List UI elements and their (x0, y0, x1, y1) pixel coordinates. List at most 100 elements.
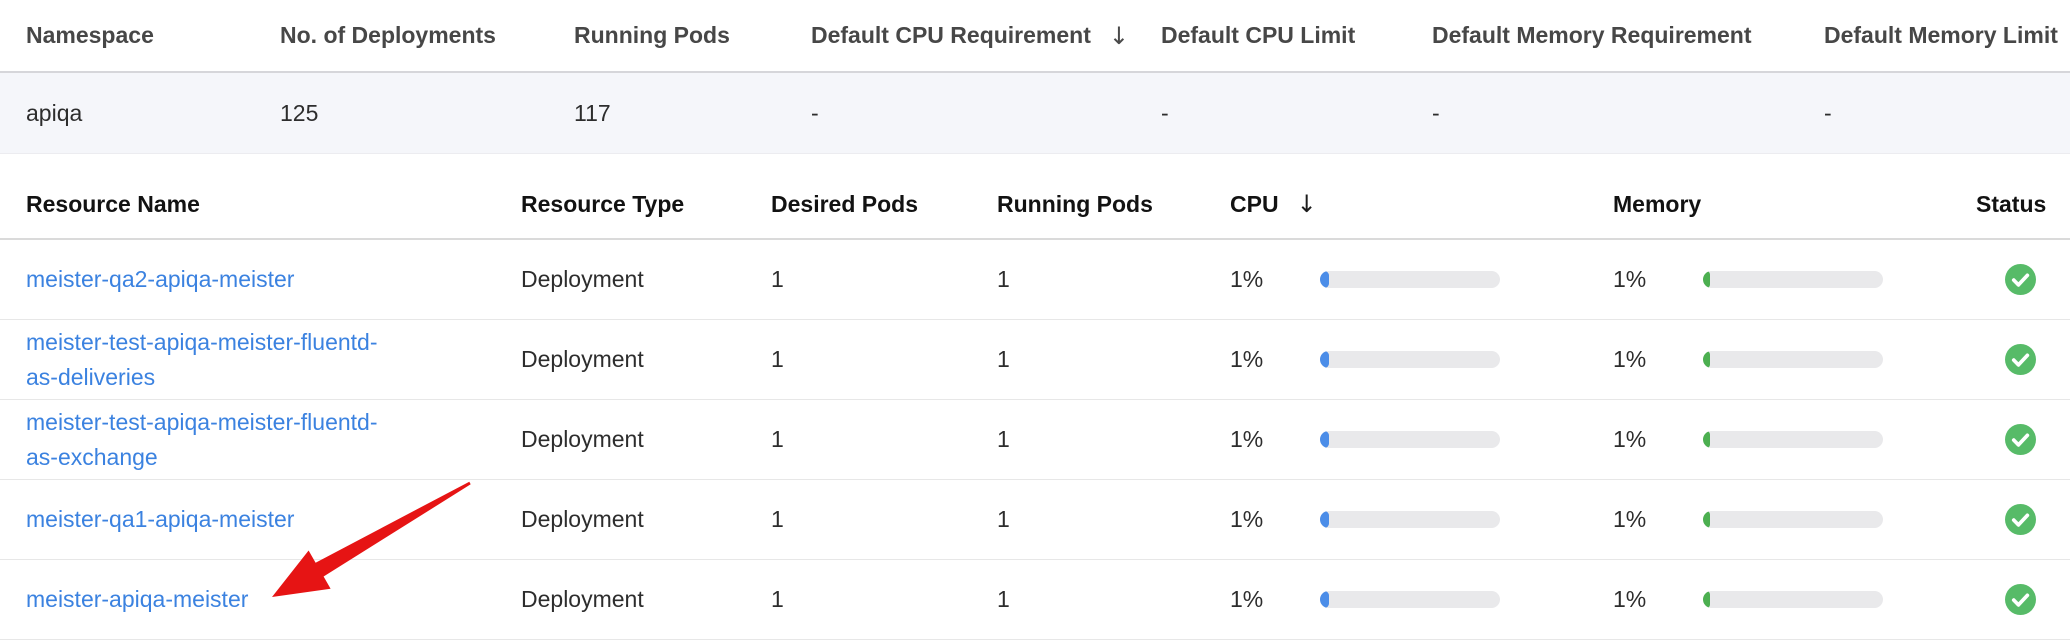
cpu-usage-cell: 1% (1230, 426, 1613, 453)
memory-usage-cell: 1% (1613, 586, 1976, 613)
status-cell (1976, 424, 2058, 455)
default-memory-requirement-cell: - (1432, 100, 1824, 127)
running-pods-cell: 1 (997, 346, 1230, 373)
status-cell (1976, 344, 2058, 375)
resource-link[interactable]: meister-qa1-apiqa-meister (26, 502, 294, 537)
desired-pods-cell: 1 (771, 506, 997, 533)
resource-link[interactable]: meister-test-apiqa-meister-fluentd-as-de… (26, 325, 402, 395)
status-cell (1976, 584, 2058, 615)
cpu-usage-bar-fill (1320, 351, 1329, 368)
cpu-usage-bar-fill (1320, 271, 1329, 288)
cpu-usage-cell: 1% (1230, 346, 1613, 373)
memory-percent-value: 1% (1613, 426, 1703, 453)
status-cell (1976, 264, 2058, 295)
status-cell (1976, 504, 2058, 535)
column-header-status[interactable]: Status (1976, 191, 2058, 218)
column-header-no-of-deployments[interactable]: No. of Deployments (280, 22, 574, 49)
memory-usage-cell: 1% (1613, 266, 1976, 293)
desired-pods-cell: 1 (771, 586, 997, 613)
memory-percent-value: 1% (1613, 506, 1703, 533)
column-header-resource-name[interactable]: Resource Name (26, 191, 521, 218)
memory-usage-bar-fill (1703, 271, 1710, 288)
cpu-usage-bar (1320, 591, 1500, 608)
memory-usage-bar-fill (1703, 591, 1710, 608)
memory-usage-bar (1703, 511, 1883, 528)
resource-row: meister-test-apiqa-meister-fluentd-as-de… (0, 320, 2070, 400)
namespace-name-cell: apiqa (26, 100, 280, 127)
column-header-running-pods[interactable]: Running Pods (997, 191, 1230, 218)
resource-row: meister-qa1-apiqa-meister Deployment 1 1… (0, 480, 2070, 560)
deployments-count-cell: 125 (280, 100, 574, 127)
column-header-desired-pods[interactable]: Desired Pods (771, 191, 997, 218)
cpu-percent-value: 1% (1230, 266, 1320, 293)
memory-usage-bar (1703, 271, 1883, 288)
column-header-default-cpu-requirement[interactable]: Default CPU Requirement ↓ (811, 22, 1161, 50)
resource-name-cell: meister-test-apiqa-meister-fluentd-as-ex… (26, 405, 521, 475)
resources-table-header-row: Resource Name Resource Type Desired Pods… (0, 170, 2070, 240)
column-header-running-pods[interactable]: Running Pods (574, 22, 811, 49)
resource-type-cell: Deployment (521, 266, 771, 293)
memory-usage-bar (1703, 591, 1883, 608)
status-healthy-icon (2005, 584, 2036, 615)
sort-descending-icon[interactable]: ↓ (1297, 190, 1317, 218)
resource-type-cell: Deployment (521, 346, 771, 373)
status-healthy-icon (2005, 264, 2036, 295)
namespace-table-header-row: Namespace No. of Deployments Running Pod… (0, 0, 2070, 73)
resource-row: meister-qa2-apiqa-meister Deployment 1 1… (0, 240, 2070, 320)
status-healthy-icon (2005, 504, 2036, 535)
cpu-percent-value: 1% (1230, 506, 1320, 533)
desired-pods-cell: 1 (771, 266, 997, 293)
sort-descending-icon[interactable]: ↓ (1109, 22, 1129, 50)
running-pods-cell: 1 (997, 266, 1230, 293)
column-header-default-memory-limit[interactable]: Default Memory Limit (1824, 22, 2058, 49)
namespace-row-apiqa[interactable]: apiqa 125 117 - - - - (0, 73, 2070, 154)
cpu-percent-value: 1% (1230, 586, 1320, 613)
column-header-default-memory-requirement[interactable]: Default Memory Requirement (1432, 22, 1824, 49)
memory-usage-bar (1703, 351, 1883, 368)
memory-usage-bar-fill (1703, 511, 1710, 528)
cpu-percent-value: 1% (1230, 346, 1320, 373)
column-header-memory[interactable]: Memory (1613, 191, 1976, 218)
desired-pods-cell: 1 (771, 426, 997, 453)
column-header-namespace[interactable]: Namespace (26, 22, 280, 49)
cpu-percent-value: 1% (1230, 426, 1320, 453)
memory-usage-bar-fill (1703, 351, 1710, 368)
default-cpu-limit-cell: - (1161, 100, 1432, 127)
resource-link[interactable]: meister-test-apiqa-meister-fluentd-as-ex… (26, 405, 402, 475)
cpu-usage-cell: 1% (1230, 586, 1613, 613)
running-pods-count-cell: 117 (574, 100, 811, 127)
running-pods-cell: 1 (997, 426, 1230, 453)
running-pods-cell: 1 (997, 586, 1230, 613)
status-healthy-icon (2005, 424, 2036, 455)
resource-type-cell: Deployment (521, 506, 771, 533)
column-header-cpu[interactable]: CPU ↓ (1230, 190, 1613, 218)
resource-row: meister-apiqa-meister Deployment 1 1 1% … (0, 560, 2070, 640)
resource-type-cell: Deployment (521, 426, 771, 453)
cpu-usage-cell: 1% (1230, 266, 1613, 293)
cpu-usage-bar-fill (1320, 591, 1329, 608)
column-header-label: Default CPU Requirement (811, 22, 1091, 49)
column-header-resource-type[interactable]: Resource Type (521, 191, 771, 218)
column-header-default-cpu-limit[interactable]: Default CPU Limit (1161, 22, 1432, 49)
resource-name-cell: meister-qa2-apiqa-meister (26, 262, 521, 297)
memory-percent-value: 1% (1613, 586, 1703, 613)
cpu-usage-bar-fill (1320, 511, 1329, 528)
default-memory-limit-cell: - (1824, 100, 2058, 127)
cpu-usage-bar-fill (1320, 431, 1329, 448)
resource-type-cell: Deployment (521, 586, 771, 613)
resource-link[interactable]: meister-qa2-apiqa-meister (26, 262, 294, 297)
cpu-usage-bar (1320, 511, 1500, 528)
namespace-deployments-panel: Namespace No. of Deployments Running Pod… (0, 0, 2070, 642)
memory-percent-value: 1% (1613, 266, 1703, 293)
memory-usage-cell: 1% (1613, 506, 1976, 533)
status-healthy-icon (2005, 344, 2036, 375)
memory-usage-bar (1703, 431, 1883, 448)
resource-link[interactable]: meister-apiqa-meister (26, 582, 248, 617)
cpu-usage-bar (1320, 351, 1500, 368)
memory-usage-cell: 1% (1613, 426, 1976, 453)
resource-name-cell: meister-test-apiqa-meister-fluentd-as-de… (26, 325, 521, 395)
memory-percent-value: 1% (1613, 346, 1703, 373)
cpu-usage-bar (1320, 431, 1500, 448)
column-header-label: CPU (1230, 191, 1279, 218)
default-cpu-requirement-cell: - (811, 100, 1161, 127)
